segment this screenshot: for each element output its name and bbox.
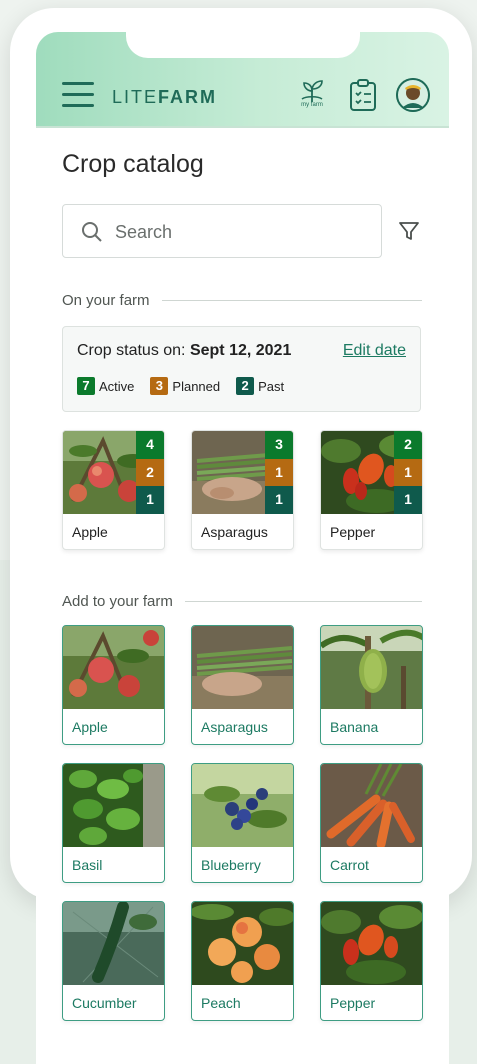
active-label: Active — [99, 378, 135, 394]
crop-name: Pepper — [330, 995, 376, 1011]
profile-avatar[interactable] — [396, 78, 430, 112]
cucumber-photo — [63, 902, 164, 985]
crop-name: Pepper — [330, 524, 376, 540]
filter-icon[interactable] — [398, 220, 420, 242]
crop-name: Banana — [330, 719, 379, 735]
hamburger-menu-icon[interactable] — [62, 82, 94, 108]
pepper-photo — [321, 902, 422, 985]
crop-name: Apple — [72, 719, 108, 735]
basil-photo — [63, 764, 164, 847]
asparagus-photo — [192, 626, 293, 709]
peach-photo — [192, 902, 293, 985]
crop-name: Carrot — [330, 857, 369, 873]
farm-crop-card[interactable]: 3 1 1 Asparagus — [191, 430, 294, 550]
my-farm-label: my farm — [301, 102, 323, 108]
crop-status-text: Crop status on: Sept 12, 2021 — [77, 342, 291, 360]
blueberry-photo — [192, 764, 293, 847]
add-crop-card[interactable]: Blueberry — [191, 763, 294, 883]
tasks-button[interactable] — [348, 78, 378, 112]
add-crop-card[interactable]: Asparagus — [191, 625, 294, 745]
avatar-icon — [396, 78, 430, 112]
add-crop-card[interactable]: Carrot — [320, 763, 423, 883]
section-add-to-farm: Add to your farm — [62, 593, 422, 610]
add-crop-card[interactable]: Cucumber — [62, 901, 165, 1021]
status-date: Sept 12, 2021 — [189, 342, 292, 359]
search-icon — [82, 222, 102, 242]
sprout-icon — [301, 80, 323, 102]
planned-label: Planned — [172, 378, 221, 394]
crop-status-counts: 2 1 1 — [394, 431, 422, 515]
divider — [161, 300, 422, 301]
crop-name: Basil — [72, 857, 103, 873]
crop-status-card: Crop status on: Sept 12, 2021 Edit date … — [62, 326, 421, 412]
active-count: 2 — [394, 431, 422, 459]
crop-name: Blueberry — [201, 857, 261, 873]
crop-name: Asparagus — [201, 524, 268, 540]
past-count: 1 — [394, 486, 422, 515]
divider — [184, 601, 422, 602]
active-badge: 7 — [77, 377, 95, 395]
past-label: Past — [258, 378, 285, 394]
planned-count: 2 — [136, 458, 164, 487]
legend-past: 2 Past — [236, 377, 284, 395]
past-badge: 2 — [236, 377, 255, 395]
add-crop-card[interactable]: Peach — [191, 901, 294, 1021]
farm-crop-card[interactable]: 4 2 1 Apple — [62, 430, 165, 550]
crop-name: Apple — [72, 524, 108, 540]
planned-count: 1 — [394, 458, 422, 487]
legend-planned: 3 Planned — [150, 377, 220, 395]
legend-active: 7 Active — [77, 377, 134, 395]
my-farm-button[interactable]: my farm — [296, 78, 328, 112]
carrot-photo — [321, 764, 422, 847]
crop-status-counts: 3 1 1 — [265, 431, 293, 515]
app-screen: LITEFARM my farm Crop catalog Search On … — [36, 32, 449, 1064]
edit-date-link[interactable]: Edit date — [343, 342, 406, 360]
planned-count: 1 — [265, 458, 293, 487]
logo-light-text: LITE — [112, 87, 159, 107]
active-count: 3 — [265, 431, 293, 459]
add-crop-card[interactable]: Apple — [62, 625, 165, 745]
status-prefix: Crop status on: — [77, 342, 190, 359]
past-count: 1 — [136, 486, 164, 515]
logo-bold-text: FARM — [158, 87, 218, 107]
add-crop-card[interactable]: Banana — [320, 625, 423, 745]
past-count: 1 — [265, 486, 293, 515]
crop-name: Asparagus — [201, 719, 268, 735]
section-title: On your farm — [62, 292, 150, 309]
search-input[interactable] — [115, 215, 365, 249]
apple-photo — [63, 626, 164, 709]
phone-notch — [126, 32, 360, 58]
search-field[interactable] — [62, 204, 382, 258]
add-crop-card[interactable]: Pepper — [320, 901, 423, 1021]
page-title: Crop catalog — [62, 150, 204, 178]
app-logo[interactable]: LITEFARM — [112, 87, 217, 108]
planned-badge: 3 — [150, 377, 169, 395]
banana-photo — [321, 626, 422, 709]
active-count: 4 — [136, 431, 164, 459]
add-crop-card[interactable]: Basil — [62, 763, 165, 883]
status-legend: 7 Active 3 Planned 2 Past — [77, 377, 300, 395]
clipboard-icon — [350, 79, 376, 111]
section-on-your-farm: On your farm — [62, 292, 422, 309]
crop-name: Cucumber — [72, 995, 137, 1011]
section-title: Add to your farm — [62, 593, 173, 610]
crop-status-counts: 4 2 1 — [136, 431, 164, 515]
farm-crop-card[interactable]: 2 1 1 Pepper — [320, 430, 423, 550]
crop-name: Peach — [201, 995, 241, 1011]
